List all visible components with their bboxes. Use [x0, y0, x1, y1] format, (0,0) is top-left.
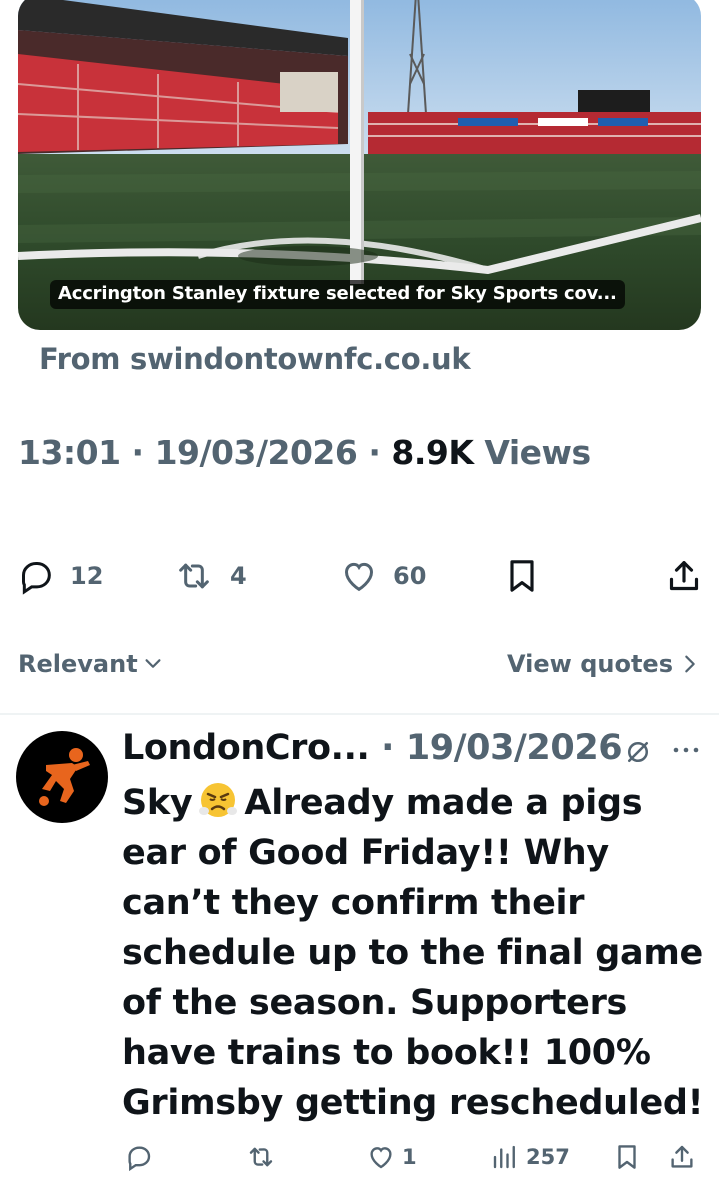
views-count: 8.9K	[391, 433, 474, 472]
share-icon	[671, 1145, 693, 1168]
reply-views-count: 257	[526, 1145, 570, 1169]
reply-header: LondonCro... · 19/03/2026	[122, 728, 623, 768]
tweet-meta: 13:01 · 19/03/2026 · 8.9K Views	[18, 433, 591, 472]
tweet-time[interactable]: 13:01	[18, 433, 121, 472]
sort-relevant-button[interactable]: Relevant	[18, 650, 164, 678]
reply-bookmark-button[interactable]	[612, 1142, 642, 1172]
reply-share-button[interactable]	[667, 1142, 697, 1172]
more-options-icon[interactable]	[671, 740, 701, 760]
share-icon	[669, 561, 699, 591]
reply-date[interactable]: 19/03/2026	[406, 728, 623, 768]
angry-face-emoji-icon	[199, 783, 238, 817]
link-source[interactable]: From swindontownfc.co.uk	[39, 342, 471, 376]
link-card-caption: Accrington Stanley fixture selected for …	[50, 280, 625, 309]
view-quotes-label: View quotes	[507, 650, 673, 678]
bookmark-button[interactable]	[502, 556, 542, 596]
share-button[interactable]	[664, 556, 704, 596]
repost-icon	[179, 563, 209, 589]
like-count: 60	[393, 562, 427, 590]
reply-views-button[interactable]: 257	[490, 1142, 570, 1172]
divider	[0, 713, 719, 715]
tweet-action-bar: 12 4 60	[0, 556, 719, 600]
reply-like-count: 1	[402, 1145, 417, 1169]
view-quotes-link[interactable]: View quotes	[507, 650, 697, 678]
reply-icon	[22, 562, 51, 595]
reply-repost-button[interactable]	[244, 1142, 278, 1172]
reply-reply-button[interactable]	[124, 1142, 154, 1172]
reply-count: 12	[70, 562, 104, 590]
like-button[interactable]: 60	[339, 556, 426, 596]
reply-separator: ·	[369, 728, 406, 768]
reply-text-body: Already made a pigs ear of Good Friday!!…	[122, 783, 704, 1123]
reply-text: Sky Already made a pigs ear of Good Frid…	[122, 778, 712, 1128]
views-label: Views	[473, 433, 591, 472]
reply-action-bar: 1 257	[0, 1142, 719, 1178]
reply-like-button[interactable]: 1	[366, 1142, 417, 1172]
repost-count: 4	[230, 562, 247, 590]
meta-separator: ·	[120, 433, 155, 472]
bookmark-icon	[510, 560, 534, 592]
bookmark-icon	[618, 1145, 636, 1169]
tweet-date[interactable]: 19/03/2026	[155, 433, 358, 472]
heart-icon	[344, 562, 374, 592]
reply-icon	[128, 1146, 151, 1172]
bar-chart-icon	[493, 1145, 515, 1169]
heart-icon	[370, 1147, 392, 1169]
sort-label: Relevant	[18, 650, 138, 678]
chevron-down-icon	[145, 659, 161, 668]
reply-text-start: Sky	[122, 783, 193, 823]
link-card[interactable]: Accrington Stanley fixture selected for …	[18, 0, 701, 330]
repost-icon	[249, 1147, 273, 1167]
avatar[interactable]	[16, 731, 108, 823]
reply-button[interactable]: 12	[16, 556, 103, 596]
chevron-right-icon	[685, 655, 695, 673]
reply-author-name[interactable]: LondonCro...	[122, 728, 370, 768]
muted-icon	[628, 742, 648, 762]
repost-button[interactable]: 4	[172, 556, 247, 596]
meta-separator-2: ·	[357, 433, 392, 472]
footballer-logo-icon	[39, 748, 90, 806]
